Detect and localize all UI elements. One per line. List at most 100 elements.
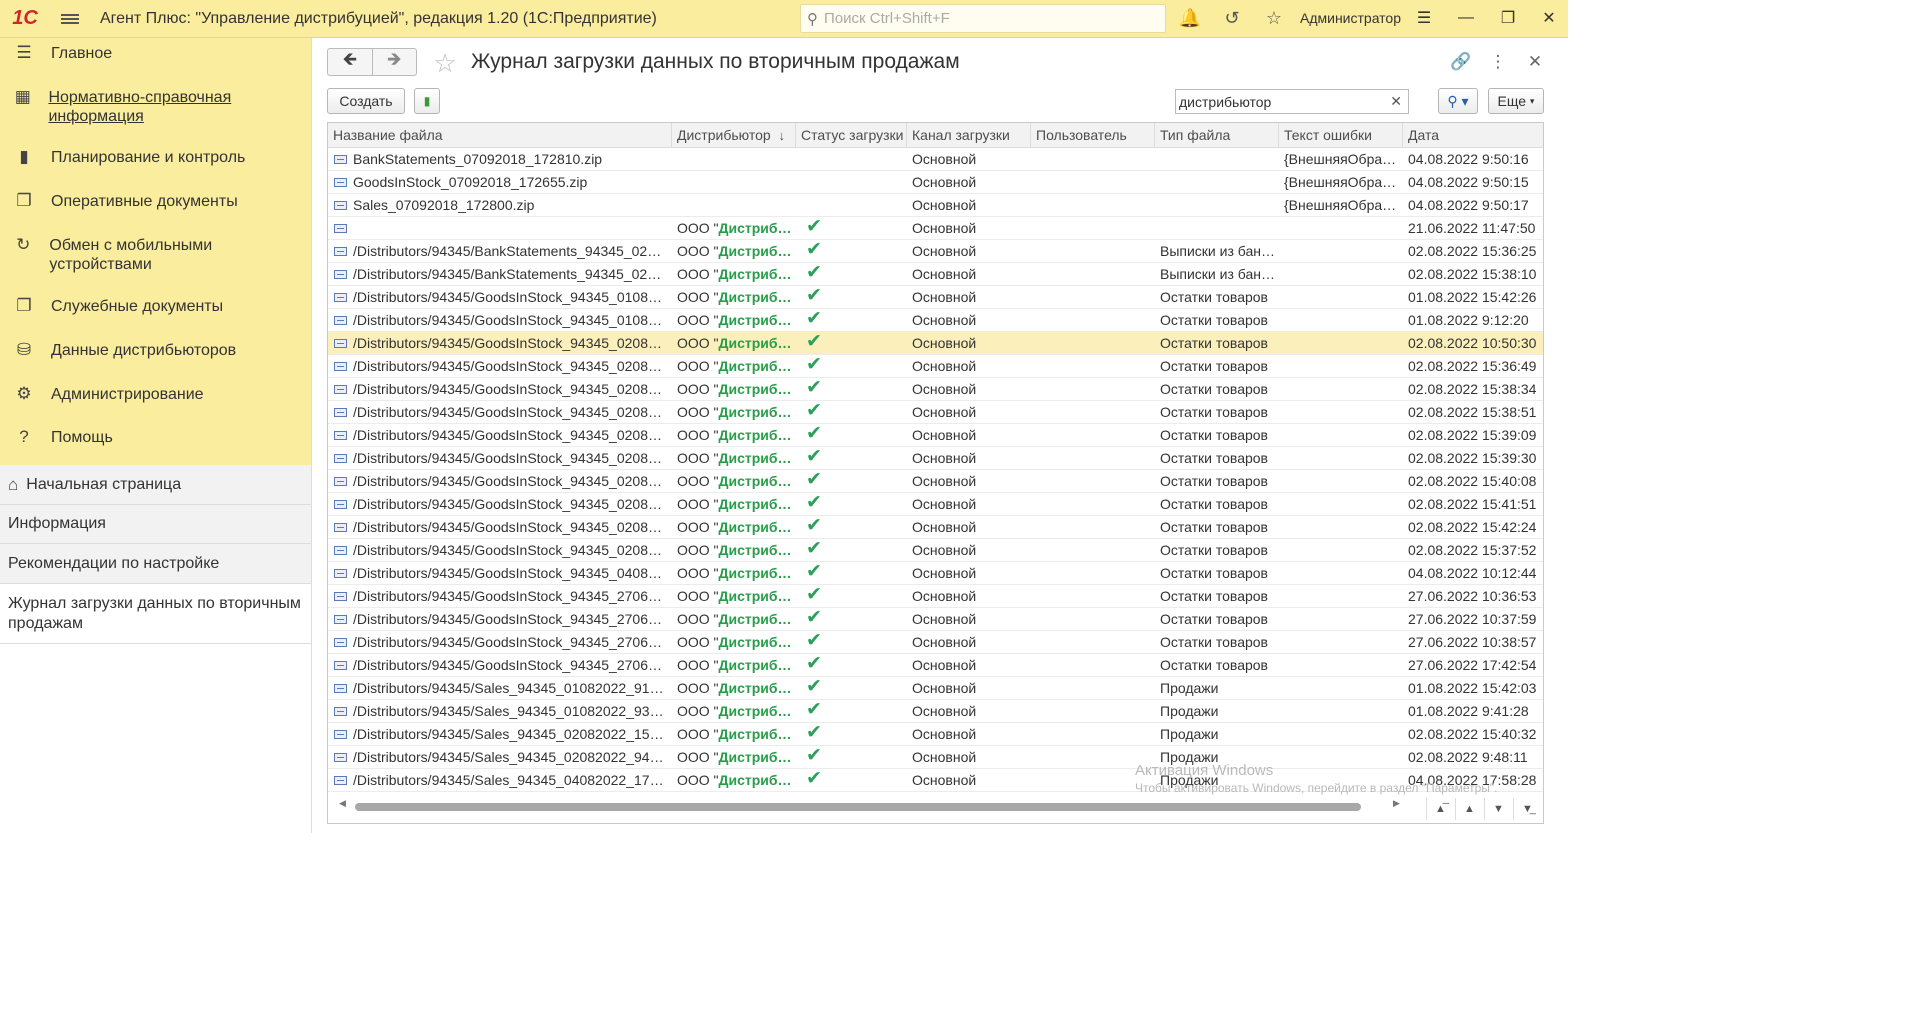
clear-search-icon[interactable]: ✕ (1390, 93, 1402, 110)
more-button[interactable]: Еще ▾ (1488, 88, 1544, 114)
col-file-type[interactable]: Тип файла (1155, 123, 1279, 148)
table-row[interactable]: /Distributors/94345/GoodsInStock_94345_0… (328, 378, 1543, 401)
section-service-docs[interactable]: ❐ Служебные документы (0, 293, 311, 337)
page-up-icon[interactable]: ▲ (1455, 798, 1483, 820)
global-search-placeholder: Поиск Ctrl+Shift+F (824, 10, 950, 27)
distributor-name: Дистриб… (718, 772, 792, 788)
section-administration[interactable]: ⚙ Администрирование (0, 381, 311, 424)
table-row[interactable]: /Distributors/94345/BankStatements_94345… (328, 263, 1543, 286)
col-status[interactable]: Статус загрузки (796, 123, 907, 148)
more-vertical-icon[interactable]: ⋮ (1486, 50, 1510, 74)
navigation-buttons: 🡸 🡺 (327, 48, 417, 76)
link-icon[interactable]: 🔗 (1449, 50, 1473, 74)
open-window-recommendations[interactable]: Рекомендации по настройке (0, 544, 311, 584)
close-form-icon[interactable]: ✕ (1523, 50, 1547, 74)
cell-channel: Основной (912, 565, 977, 581)
cell-file-type: Продажи (1160, 680, 1219, 696)
favorites-star-icon[interactable]: ☆ (1262, 6, 1286, 30)
restore-icon[interactable]: ❐ (1496, 6, 1520, 30)
table-row[interactable]: /Distributors/94345/Sales_94345_02082022… (328, 723, 1543, 746)
col-date[interactable]: Дата (1403, 123, 1543, 148)
cell-file-name: /Distributors/94345/Sales_94345_01082022… (328, 700, 668, 722)
checkmark-icon: ✔ (806, 446, 822, 467)
section-reference-info[interactable]: ▦ Нормативно-справочная информация (0, 84, 311, 144)
cell-user (1031, 378, 1151, 400)
table-row[interactable]: ООО "Дистриб… ✔ Основной 21.06.2022 11:47:5… (328, 217, 1543, 240)
section-mobile-exchange[interactable]: ↻ Обмен с мобильными устройствами (0, 232, 311, 293)
favorite-star-icon[interactable]: ☆ (429, 48, 461, 78)
settings-lines-icon[interactable]: ☰ (1412, 6, 1436, 30)
section-main[interactable]: ☰ Главное (0, 40, 311, 84)
table-row[interactable]: /Distributors/94345/GoodsInStock_94345_2… (328, 631, 1543, 654)
main-menu-button[interactable] (50, 0, 90, 38)
table-row[interactable]: /Distributors/94345/BankStatements_94345… (328, 240, 1543, 263)
page-down-icon[interactable]: ▼ (1484, 798, 1512, 820)
cell-file-name: /Distributors/94345/Sales_94345_02082022… (328, 723, 668, 745)
open-window-info[interactable]: Информация (0, 505, 311, 544)
distributor-name: Дистриб… (718, 312, 792, 328)
section-help[interactable]: ? Помощь (0, 424, 311, 467)
table-row[interactable]: /Distributors/94345/GoodsInStock_94345_0… (328, 539, 1543, 562)
table-row[interactable]: /Distributors/94345/GoodsInStock_94345_0… (328, 309, 1543, 332)
table-row[interactable]: /Distributors/94345/GoodsInStock_94345_0… (328, 332, 1543, 355)
table-row[interactable]: /Distributors/94345/GoodsInStock_94345_0… (328, 447, 1543, 470)
scroll-top-icon[interactable]: ▲̅ (1426, 798, 1454, 820)
file-name-text: /Distributors/94345/GoodsInStock_94345_0… (353, 473, 668, 489)
scroll-right-icon[interactable]: ▶ (1393, 798, 1400, 809)
history-icon[interactable]: ↺ (1220, 6, 1244, 30)
cell-distributor: ООО "Дистриб… (672, 562, 794, 584)
scroll-bottom-icon[interactable]: ▼̲ (1513, 798, 1541, 820)
table-row[interactable]: /Distributors/94345/GoodsInStock_94345_0… (328, 355, 1543, 378)
close-app-icon[interactable]: ✕ (1537, 6, 1561, 30)
user-name[interactable]: Администратор (1300, 10, 1401, 26)
open-window-home[interactable]: ⌂ Начальная страница (0, 465, 311, 505)
cell-file-name: /Distributors/94345/GoodsInStock_94345_0… (328, 447, 668, 469)
cell-distributor: ООО "Дистриб… (672, 493, 794, 515)
open-window-label: Рекомендации по настройке (8, 554, 220, 572)
bell-icon[interactable]: 🔔 (1178, 6, 1202, 30)
global-search-input[interactable]: ⚲ Поиск Ctrl+Shift+F (800, 4, 1166, 33)
minimize-icon[interactable]: — (1454, 6, 1478, 30)
gear-icon: ⚙ (16, 384, 32, 403)
open-window-journal[interactable]: Журнал загрузки данных по вторичным прод… (0, 584, 311, 644)
col-file-name[interactable]: Название файла (328, 123, 672, 148)
search-button[interactable]: ⚲ ▾ (1438, 88, 1478, 114)
col-distributor[interactable]: Дистрибьютор ↓ (672, 123, 796, 148)
table-row[interactable]: /Distributors/94345/GoodsInStock_94345_2… (328, 585, 1543, 608)
col-error-text[interactable]: Текст ошибки (1279, 123, 1403, 148)
table-row[interactable]: /Distributors/94345/GoodsInStock_94345_0… (328, 562, 1543, 585)
create-button[interactable]: Создать (327, 88, 405, 114)
table-row[interactable]: /Distributors/94345/GoodsInStock_94345_0… (328, 516, 1543, 539)
table-row[interactable]: GoodsInStock_07092018_172655.zip Основной… (328, 171, 1543, 194)
table-row[interactable]: /Distributors/94345/GoodsInStock_94345_0… (328, 401, 1543, 424)
search-input[interactable] (1179, 93, 1379, 110)
scroll-left-icon[interactable]: ◀ (339, 798, 346, 809)
back-arrow-icon[interactable]: 🡸 (328, 49, 372, 75)
scroll-thumb[interactable] (355, 803, 1361, 811)
cell-date: 02.08.2022 15:38:51 (1408, 404, 1537, 420)
horizontal-scrollbar[interactable]: ◀ ▶ (327, 798, 1407, 814)
forward-arrow-icon[interactable]: 🡺 (371, 49, 417, 75)
open-window-label: Начальная страница (26, 475, 182, 493)
table-row[interactable]: /Distributors/94345/Sales_94345_01082022… (328, 677, 1543, 700)
table-row[interactable]: /Distributors/94345/GoodsInStock_94345_0… (328, 470, 1543, 493)
table-row[interactable]: BankStatements_07092018_172810.zip Основн… (328, 148, 1543, 171)
section-operational-docs[interactable]: ❐ Оперативные документы (0, 188, 311, 232)
table-row[interactable]: /Distributors/94345/Sales_94345_01082022… (328, 700, 1543, 723)
table-row[interactable]: /Distributors/94345/GoodsInStock_94345_0… (328, 493, 1543, 516)
distributor-prefix: ООО " (677, 496, 719, 512)
section-planning[interactable]: ▮ Планирование и контроль (0, 144, 311, 188)
col-user[interactable]: Пользователь (1031, 123, 1155, 148)
cell-channel: Основной (912, 634, 977, 650)
distributor-name: Дистриб… (718, 450, 792, 466)
table-row[interactable]: /Distributors/94345/GoodsInStock_94345_2… (328, 608, 1543, 631)
search-filter-field[interactable]: ✕ (1175, 89, 1409, 114)
section-distributor-data[interactable]: ⛁ Данные дистрибьюторов (0, 337, 311, 381)
col-channel[interactable]: Канал загрузки (907, 123, 1031, 148)
table-row[interactable]: Sales_07092018_172800.zip Основной {Внешня… (328, 194, 1543, 217)
upload-file-icon[interactable]: ▮ (414, 88, 440, 114)
open-window-label: Информация (8, 515, 106, 532)
table-row[interactable]: /Distributors/94345/GoodsInStock_94345_0… (328, 424, 1543, 447)
table-row[interactable]: /Distributors/94345/GoodsInStock_94345_0… (328, 286, 1543, 309)
table-row[interactable]: /Distributors/94345/GoodsInStock_94345_2… (328, 654, 1543, 677)
